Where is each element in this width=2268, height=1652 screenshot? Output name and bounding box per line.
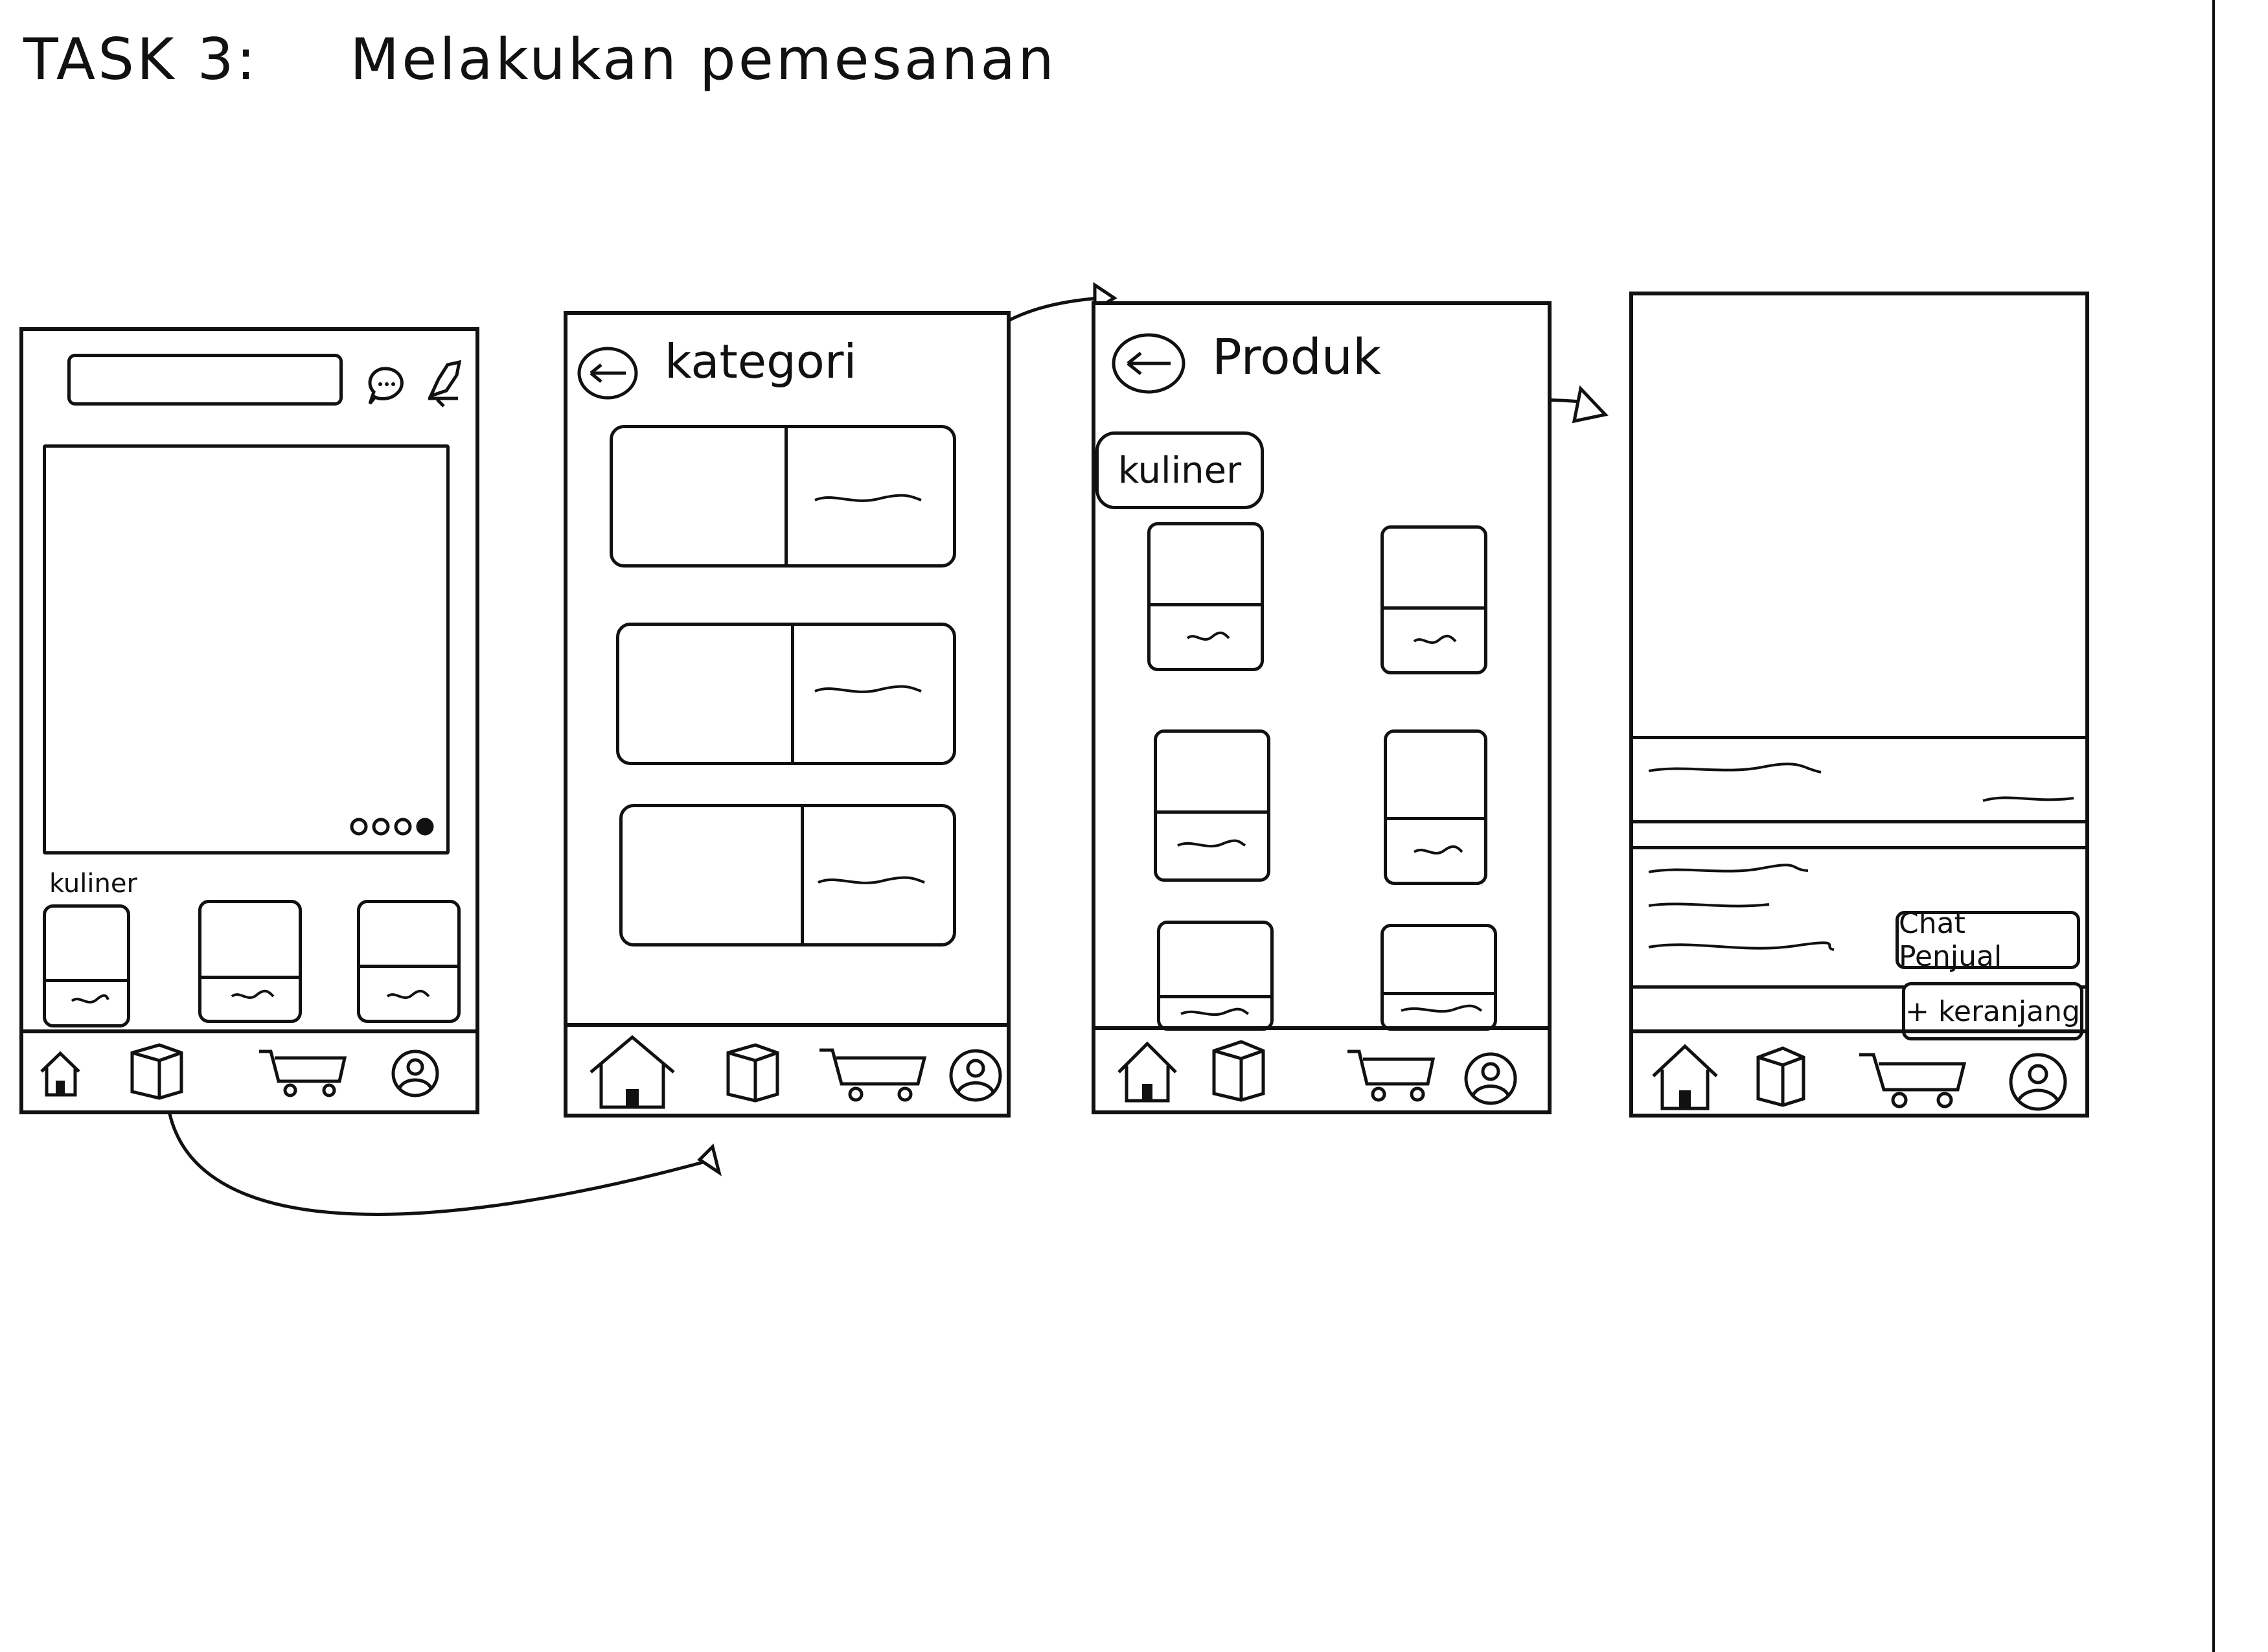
product-card[interactable] bbox=[198, 900, 302, 1023]
product-card[interactable] bbox=[43, 904, 130, 1027]
bell-icon[interactable] bbox=[422, 357, 467, 409]
product-card[interactable] bbox=[1154, 729, 1270, 882]
profile-icon[interactable] bbox=[1461, 1050, 1520, 1108]
divider bbox=[1633, 846, 2085, 849]
cart-icon[interactable] bbox=[817, 1045, 927, 1103]
screen-produk: Produk kuliner bbox=[1092, 301, 1552, 1114]
category-card[interactable] bbox=[619, 804, 956, 946]
profile-icon[interactable] bbox=[946, 1046, 1005, 1105]
filter-chip-label: kuliner bbox=[1117, 449, 1242, 492]
product-card[interactable] bbox=[357, 900, 461, 1023]
cart-icon[interactable] bbox=[1345, 1046, 1436, 1105]
header-title: kategori bbox=[665, 334, 857, 389]
carousel-dots[interactable] bbox=[347, 814, 444, 840]
bottom-nav bbox=[567, 1023, 1007, 1114]
category-card[interactable] bbox=[610, 425, 956, 568]
product-card[interactable] bbox=[1384, 729, 1487, 885]
arrowhead-3 bbox=[1572, 385, 1609, 424]
section-label-kuliner: kuliner bbox=[49, 869, 137, 899]
back-arrow-icon[interactable] bbox=[1110, 331, 1187, 396]
banner-carousel[interactable] bbox=[43, 444, 450, 855]
category-card[interactable] bbox=[616, 623, 956, 765]
home-icon[interactable] bbox=[587, 1033, 678, 1111]
home-icon[interactable] bbox=[1649, 1041, 1721, 1112]
home-icon[interactable] bbox=[1115, 1040, 1180, 1105]
product-card[interactable] bbox=[1380, 924, 1497, 1031]
product-card[interactable] bbox=[1157, 921, 1274, 1031]
header-title: Produk bbox=[1212, 328, 1381, 385]
cart-icon[interactable] bbox=[257, 1046, 347, 1098]
product-image bbox=[1633, 295, 2085, 736]
chat-icon[interactable] bbox=[363, 363, 409, 409]
bottom-nav bbox=[23, 1029, 475, 1110]
search-input[interactable] bbox=[67, 354, 343, 406]
home-icon[interactable] bbox=[38, 1050, 83, 1098]
page-edge bbox=[2212, 0, 2215, 1652]
product-info-lines bbox=[1648, 763, 2074, 802]
arrowhead-1 bbox=[697, 1143, 722, 1176]
arrow-screen1-to-screen2 bbox=[166, 1107, 713, 1216]
bottom-nav bbox=[1095, 1026, 1548, 1110]
cart-icon[interactable] bbox=[1857, 1050, 1967, 1111]
box-icon[interactable] bbox=[127, 1040, 185, 1101]
back-arrow-icon[interactable] bbox=[575, 344, 640, 402]
filter-chip-kuliner[interactable]: kuliner bbox=[1095, 431, 1264, 509]
divider bbox=[1633, 736, 2085, 739]
product-card[interactable] bbox=[1147, 522, 1264, 671]
product-card[interactable] bbox=[1380, 525, 1487, 674]
box-icon[interactable] bbox=[1209, 1037, 1267, 1105]
box-icon[interactable] bbox=[1753, 1043, 1808, 1108]
screen-kategori: kategori bbox=[564, 311, 1011, 1118]
divider bbox=[1633, 820, 2085, 823]
bottom-nav bbox=[1633, 1029, 2085, 1114]
chat-seller-button[interactable]: Chat Penjual bbox=[1896, 907, 2080, 973]
profile-icon[interactable] bbox=[389, 1048, 441, 1099]
screen-home: kuliner bbox=[19, 327, 479, 1114]
product-description-lines bbox=[1648, 864, 1835, 951]
box-icon[interactable] bbox=[723, 1040, 781, 1105]
screen-product-detail: Chat Penjual + keranjang bbox=[1629, 292, 2089, 1118]
profile-icon[interactable] bbox=[2006, 1050, 2070, 1114]
